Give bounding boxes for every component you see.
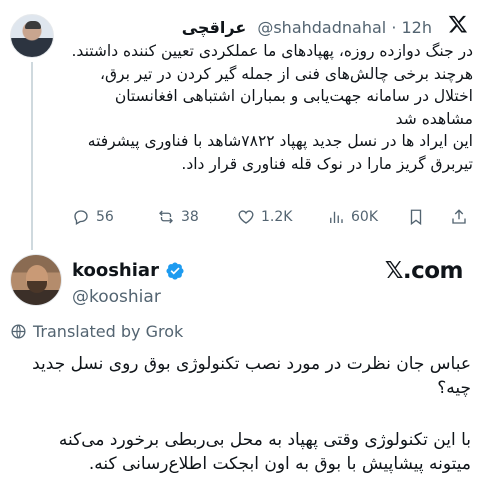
reply-icon [74, 210, 88, 225]
avatar[interactable] [10, 254, 62, 306]
handle[interactable]: @kooshiar [72, 287, 161, 307]
author-line: عراقچی @shahdadnahal · 12h [182, 18, 432, 37]
views-count: 60K [351, 209, 378, 225]
share-icon [452, 209, 466, 224]
reply-count: 56 [96, 209, 114, 225]
tweet-header: عراقچی @shahdadnahal · 12h [62, 6, 472, 37]
views-button[interactable]: 60K [327, 205, 378, 229]
views-icon [330, 211, 343, 223]
tweet-paragraph: هرچند برخی چالش‌های فنی از جمله گیر کردن… [99, 64, 473, 128]
separator: · [391, 18, 397, 37]
repost-button[interactable]: 38 [157, 205, 199, 229]
handle[interactable]: @shahdadnahal [257, 18, 386, 37]
parent-tweet: عراقچی @shahdadnahal · 12h در جنگ دوازده… [0, 0, 485, 250]
translated-label[interactable]: Translated by Grok [10, 322, 183, 341]
action-bar: 56 38 1.2K 60K [62, 205, 472, 229]
x-logo-icon [448, 14, 468, 39]
like-count: 1.2K [261, 209, 293, 225]
bookmark-button[interactable] [407, 205, 425, 229]
repost-count: 38 [181, 209, 199, 225]
tweet-paragraph: عباس جان نظرت در مورد نصب تکنولوژی بوق ر… [32, 354, 471, 398]
bookmark-icon [410, 209, 422, 226]
like-button[interactable]: 1.2K [237, 205, 292, 229]
timestamp[interactable]: 12h [402, 18, 433, 37]
tweet-text: در جنگ دوازده روزه، پهپادهای ما عملکردی … [68, 40, 474, 175]
tweet-paragraph: در جنگ دوازده روزه، پهپادهای ما عملکردی … [71, 42, 474, 60]
author-name-row: kooshiar [72, 260, 185, 281]
translate-globe-icon [11, 324, 26, 339]
reply-button[interactable]: 56 [72, 205, 114, 229]
repost-icon [159, 210, 173, 224]
heart-icon [238, 210, 254, 224]
x-com-watermark: 𝕏.com [384, 258, 464, 284]
verified-badge-icon [166, 261, 184, 280]
tweet-paragraph: با این تکنولوژی وقتی پهپاد به محل بی‌ربط… [58, 430, 471, 474]
thread-line [31, 62, 33, 250]
avatar[interactable] [10, 14, 54, 58]
share-button[interactable] [450, 205, 468, 229]
display-name[interactable]: عراقچی [182, 18, 247, 37]
tweet-paragraph: این ایراد ها در نسل جدید پهپاد ۷۸۲۲شاهد … [87, 132, 473, 173]
display-name[interactable]: kooshiar [72, 260, 159, 281]
translated-text: Translated by Grok [33, 322, 184, 341]
tweet-text: عباس جان نظرت در مورد نصب تکنولوژی بوق ر… [16, 352, 471, 476]
